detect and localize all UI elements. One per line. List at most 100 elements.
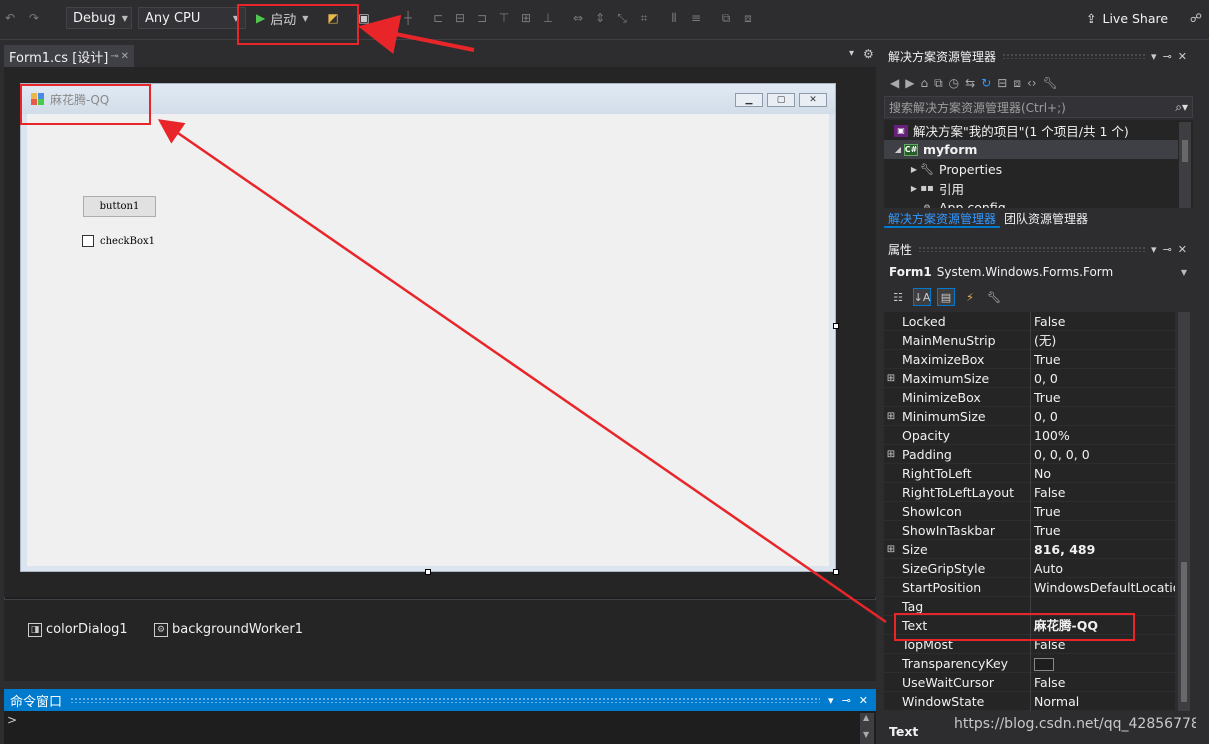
collapsed-icon[interactable]: ▶: [908, 184, 920, 193]
search-icon[interactable]: ⌕▾: [1175, 100, 1188, 115]
property-row-sizegripstyle[interactable]: SizeGripStyle Auto: [884, 558, 1175, 578]
undo-icon[interactable]: ↶: [2, 10, 18, 26]
events-icon[interactable]: ⚡: [961, 288, 979, 306]
property-row-size[interactable]: ⊞ Size 816, 489: [884, 539, 1175, 559]
property-value[interactable]: (无): [1030, 330, 1175, 350]
maximize-icon[interactable]: ▢: [767, 93, 795, 107]
align-top-icon[interactable]: ⊤: [496, 10, 512, 26]
same-height-icon[interactable]: ⇕: [592, 10, 608, 26]
platform-dropdown[interactable]: Any CPU ▼: [138, 7, 246, 29]
property-value[interactable]: 100%: [1030, 425, 1175, 445]
home-icon[interactable]: ⌂: [920, 76, 928, 90]
refresh-icon[interactable]: ↻: [981, 76, 991, 90]
solution-explorer-search[interactable]: 搜索解决方案资源管理器(Ctrl+;) ⌕▾: [884, 96, 1193, 118]
property-value[interactable]: 816, 489: [1030, 539, 1175, 559]
sync-icon[interactable]: ⇆: [965, 76, 975, 90]
property-pages-icon[interactable]: 🔧︎: [985, 288, 1003, 306]
tab-team-explorer[interactable]: 团队资源管理器: [1000, 208, 1092, 228]
expanded-icon[interactable]: ◢: [892, 145, 904, 154]
expand-icon[interactable]: ⊞: [884, 373, 898, 384]
property-grid-scrollbar[interactable]: [1178, 312, 1190, 711]
switch-views-icon[interactable]: ⧉: [934, 76, 943, 91]
back-icon[interactable]: ◀: [890, 76, 899, 90]
chevron-down-icon[interactable]: ▾: [1151, 50, 1157, 63]
property-value[interactable]: Auto: [1030, 558, 1175, 578]
gear-icon[interactable]: ⚙: [863, 47, 874, 61]
property-row-maximumsize[interactable]: ⊞ MaximumSize 0, 0: [884, 368, 1175, 388]
property-row-mainmenustrip[interactable]: MainMenuStrip (无): [884, 330, 1175, 350]
align-center-icon[interactable]: ⊟: [452, 10, 468, 26]
chevron-down-icon[interactable]: ▾: [1151, 243, 1157, 256]
properties-view-icon[interactable]: ▤: [937, 288, 955, 306]
same-size-icon[interactable]: ⤡: [614, 10, 630, 26]
checkbox-icon[interactable]: [82, 235, 94, 247]
property-value[interactable]: False: [1030, 482, 1175, 502]
command-scrollbar[interactable]: ▲ ▼: [860, 713, 874, 744]
send-to-back-icon[interactable]: ⧈: [740, 10, 756, 26]
form-window[interactable]: 麻花腾-QQ ▁ ▢ ✕ button1 checkBox1: [20, 83, 836, 572]
scroll-down-icon[interactable]: ▼: [863, 730, 869, 739]
expand-icon[interactable]: ⊞: [884, 544, 898, 555]
resize-handle-corner[interactable]: [833, 569, 839, 575]
property-row-transparencykey[interactable]: TransparencyKey: [884, 653, 1175, 673]
property-value[interactable]: [1030, 653, 1175, 673]
bring-to-front-icon[interactable]: ⧉: [718, 10, 734, 26]
expand-icon[interactable]: ⊞: [884, 449, 898, 460]
same-width-icon[interactable]: ⇔: [570, 10, 586, 26]
pin-icon[interactable]: ⊸: [842, 694, 851, 707]
drag-handle[interactable]: [1002, 53, 1146, 59]
property-value[interactable]: WindowsDefaultLocation: [1030, 577, 1175, 597]
scroll-up-icon[interactable]: ▲: [863, 713, 869, 722]
property-row-locked[interactable]: Locked False: [884, 312, 1175, 331]
property-row-maximizebox[interactable]: MaximizeBox True: [884, 349, 1175, 369]
align-left-icon[interactable]: ⊏: [430, 10, 446, 26]
align-icon[interactable]: ┼: [400, 10, 416, 26]
property-row-minimizebox[interactable]: MinimizeBox True: [884, 387, 1175, 407]
property-value[interactable]: 0, 0, 0, 0: [1030, 444, 1175, 464]
align-middle-icon[interactable]: ⊞: [518, 10, 534, 26]
configuration-dropdown[interactable]: Debug ▼: [66, 7, 132, 29]
command-window-body[interactable]: > ▲ ▼: [4, 711, 876, 744]
property-row-righttoleft[interactable]: RightToLeft No: [884, 463, 1175, 483]
tab-form1-designer[interactable]: Form1.cs [设计] ⊸ ✕: [4, 45, 134, 67]
property-row-showintaskbar[interactable]: ShowInTaskbar True: [884, 520, 1175, 540]
redo-icon[interactable]: ↷: [26, 10, 42, 26]
close-icon[interactable]: ✕: [859, 694, 868, 707]
form-client-area[interactable]: button1 checkBox1: [27, 114, 829, 566]
command-window-header[interactable]: 命令窗口 ▾ ⊸ ✕: [4, 689, 876, 711]
tray-item-color-dialog[interactable]: ◨ colorDialog1: [28, 622, 128, 637]
view-code-icon[interactable]: ‹›: [1027, 76, 1037, 90]
property-value[interactable]: 0, 0: [1030, 368, 1175, 388]
pin-icon[interactable]: ⊸: [1163, 50, 1172, 63]
tray-item-background-worker[interactable]: ⚙ backgroundWorker1: [154, 622, 303, 637]
button1-control[interactable]: button1: [83, 196, 156, 217]
tree-item-app-config[interactable]: ⚙ App.config: [884, 198, 1178, 208]
close-icon[interactable]: ✕: [799, 93, 827, 107]
properties-object-selector[interactable]: Form1 System.Windows.Forms.Form ▼: [884, 262, 1193, 282]
property-row-righttoleftlayout[interactable]: RightToLeftLayout False: [884, 482, 1175, 502]
size-to-grid-icon[interactable]: ⌗: [636, 10, 652, 26]
solution-explorer-header[interactable]: 解决方案资源管理器 ▾ ⊸ ✕: [884, 45, 1193, 67]
drag-handle[interactable]: [918, 246, 1146, 252]
tab-solution-explorer[interactable]: 解决方案资源管理器: [884, 208, 1001, 228]
scrollbar-thumb[interactable]: [1181, 562, 1187, 702]
chevron-down-icon[interactable]: ▾: [828, 694, 834, 707]
collapsed-icon[interactable]: ▶: [908, 165, 920, 174]
categorized-icon[interactable]: ☷: [889, 288, 907, 306]
property-row-usewaitcursor[interactable]: UseWaitCursor False: [884, 672, 1175, 692]
property-row-padding[interactable]: ⊞ Padding 0, 0, 0, 0: [884, 444, 1175, 464]
expand-icon[interactable]: ⊞: [884, 411, 898, 422]
forward-icon[interactable]: ▶: [905, 76, 914, 90]
pin-icon[interactable]: ⊸: [1163, 243, 1172, 256]
property-value[interactable]: 0, 0: [1030, 406, 1175, 426]
tab-options-icon[interactable]: ▾: [849, 48, 854, 59]
scrollbar-thumb[interactable]: [1182, 140, 1188, 162]
wrench-icon[interactable]: 🔧︎: [1043, 76, 1058, 90]
property-row-showicon[interactable]: ShowIcon True: [884, 501, 1175, 521]
vertical-spacing-icon[interactable]: ≡: [688, 10, 704, 26]
property-value[interactable]: True: [1030, 349, 1175, 369]
chevron-down-icon[interactable]: ▼: [1181, 268, 1187, 277]
property-value[interactable]: False: [1030, 672, 1175, 692]
properties-header[interactable]: 属性 ▾ ⊸ ✕: [884, 238, 1193, 260]
collapse-all-icon[interactable]: ⊟: [997, 76, 1007, 90]
